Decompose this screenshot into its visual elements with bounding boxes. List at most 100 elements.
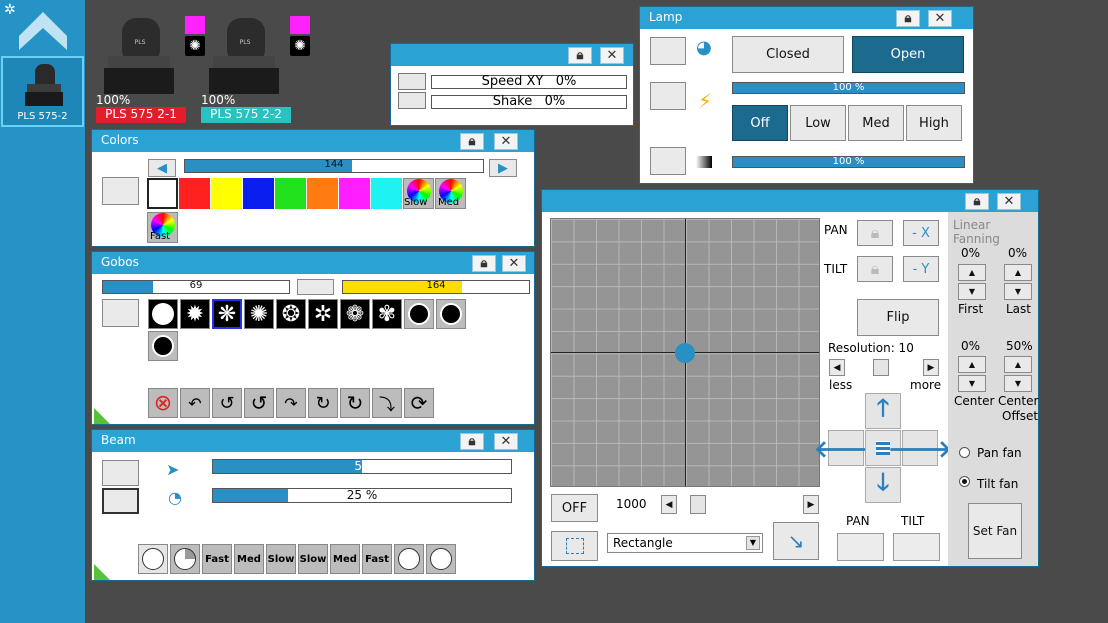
gobo-rotation-2[interactable]: ↺ xyxy=(212,388,242,418)
lamp-reset-button[interactable] xyxy=(650,37,686,65)
swatch-cyan[interactable] xyxy=(371,178,402,209)
high-button[interactable]: High xyxy=(906,105,962,141)
iris-reset-button[interactable] xyxy=(102,488,139,514)
shape-select[interactable]: Rectangle ▼ xyxy=(607,533,763,553)
pulse-slow-2-button[interactable]: Slow xyxy=(298,544,328,574)
add-corner-icon[interactable] xyxy=(94,564,110,580)
close-button[interactable]: ✕ xyxy=(997,193,1021,210)
gobo-5[interactable]: ❂ xyxy=(276,299,306,329)
close-button[interactable]: ✕ xyxy=(928,10,952,27)
fixture-1[interactable]: PLS ✺ 100% PLS 575 2-1 xyxy=(96,14,205,124)
off-button[interactable]: OFF xyxy=(551,494,598,522)
add-corner-icon[interactable] xyxy=(94,408,110,424)
close-button[interactable]: ✕ xyxy=(494,433,518,450)
speed-xy-slider[interactable]: Speed XY 0% xyxy=(431,75,627,89)
rainbow-med-button[interactable]: Med xyxy=(435,178,466,209)
colors-prev-button[interactable]: ◀ xyxy=(148,159,176,177)
low-button[interactable]: Low xyxy=(790,105,846,141)
last-up-button[interactable]: ▲ xyxy=(1004,264,1032,281)
lock-button[interactable]: 🔒︎ xyxy=(568,47,592,64)
first-up-button[interactable]: ▲ xyxy=(958,264,986,281)
invert-x-button[interactable]: - X xyxy=(903,220,939,246)
med-button[interactable]: Med xyxy=(848,105,904,141)
lamp-bar-2[interactable]: 100 % xyxy=(732,156,965,168)
swatch-magenta[interactable] xyxy=(339,178,370,209)
center-up-button[interactable]: ▲ xyxy=(958,356,986,373)
invert-y-button[interactable]: - Y xyxy=(903,256,939,282)
pan-fan-radio[interactable] xyxy=(959,447,970,458)
gobo-rotation-3[interactable]: ↺ xyxy=(244,388,274,418)
pan-lock-button[interactable]: 🔒︎ xyxy=(857,220,893,246)
gobo-4[interactable]: ✺ xyxy=(244,299,274,329)
lamp-bar-1[interactable]: 100 % xyxy=(732,82,965,94)
lock-button[interactable]: 🔒︎ xyxy=(896,10,920,27)
swatch-blue[interactable] xyxy=(243,178,274,209)
gobo-slider-2[interactable]: 164 xyxy=(342,280,530,294)
swatch-green[interactable] xyxy=(275,178,306,209)
gobo-6[interactable]: ✲ xyxy=(308,299,338,329)
gobo-mid-button[interactable] xyxy=(297,279,334,295)
position-handle[interactable] xyxy=(675,343,695,363)
gobo-rotation-8[interactable]: ⟳ xyxy=(404,388,434,418)
gobo-rotate-3[interactable] xyxy=(148,331,178,361)
tilt-fan-radio[interactable] xyxy=(959,476,970,487)
off-button[interactable]: Off xyxy=(732,105,788,141)
resolution-thumb[interactable] xyxy=(873,359,889,376)
open-button[interactable]: Open xyxy=(852,36,964,73)
offset-up-button[interactable]: ▲ xyxy=(1004,356,1032,373)
iris-slider[interactable]: 25 % xyxy=(212,488,512,503)
speed-thumb[interactable] xyxy=(690,495,706,514)
iris-half-button[interactable] xyxy=(170,544,200,574)
shake-reset[interactable] xyxy=(398,92,426,109)
close-button[interactable]: ✕ xyxy=(502,255,526,272)
gobo-8[interactable]: ✾ xyxy=(372,299,402,329)
fixture-2[interactable]: PLS ✺ 100% PLS 575 2-2 xyxy=(201,14,310,124)
resolution-more-button[interactable]: ▶ xyxy=(923,359,939,376)
move-right-button[interactable]: 🡒 xyxy=(888,430,952,466)
rainbow-slow-button[interactable]: Slow xyxy=(403,178,434,209)
close-button[interactable]: ✕ xyxy=(494,133,518,150)
colors-next-button[interactable]: ▶ xyxy=(489,159,517,177)
lock-button[interactable]: 🔒︎ xyxy=(472,255,496,272)
colors-slider[interactable]: 144 xyxy=(184,159,484,173)
last-down-button[interactable]: ▼ xyxy=(1004,283,1032,300)
gobo-rotation-6[interactable]: ↻ xyxy=(340,388,370,418)
resolution-less-button[interactable]: ◀ xyxy=(829,359,845,376)
set-fan-button[interactable]: Set Fan xyxy=(968,503,1022,559)
speed-more-button[interactable]: ▶ xyxy=(803,495,819,514)
closed-button[interactable]: Closed xyxy=(732,36,844,73)
iris-pulse-1[interactable] xyxy=(394,544,424,574)
focus-slider[interactable]: 50 xyxy=(212,459,512,474)
gobo-open[interactable] xyxy=(148,299,178,329)
pan-tilt-grid[interactable] xyxy=(550,218,820,487)
swatch-orange[interactable] xyxy=(307,178,338,209)
gobo-rotate-1[interactable] xyxy=(404,299,434,329)
move-down-button[interactable]: 🡓 xyxy=(865,467,901,503)
speed-xy-reset[interactable] xyxy=(398,73,426,90)
shape-select-button[interactable] xyxy=(551,531,598,561)
dimmer-reset-button[interactable] xyxy=(650,147,686,175)
pulse-med-button[interactable]: Med xyxy=(234,544,264,574)
apply-shape-button[interactable]: ↘ xyxy=(773,522,819,560)
gobo-rotation-5[interactable]: ↻ xyxy=(308,388,338,418)
gobo-rotation-stop[interactable]: ⊗ xyxy=(148,388,178,418)
pulse-med-2-button[interactable]: Med xyxy=(330,544,360,574)
pulse-fast-button[interactable]: Fast xyxy=(202,544,232,574)
rainbow-fast-button[interactable]: Fast xyxy=(147,212,178,243)
pulse-slow-button[interactable]: Slow xyxy=(266,544,296,574)
swatch-white[interactable] xyxy=(147,178,178,209)
collapse-up-icon[interactable] xyxy=(17,10,69,50)
pulse-fast-2-button[interactable]: Fast xyxy=(362,544,392,574)
move-up-button[interactable]: 🡑 xyxy=(865,393,901,429)
swatch-red[interactable] xyxy=(179,178,210,209)
device-tile[interactable]: PLS 575-2 xyxy=(1,56,84,127)
pan-value-field[interactable] xyxy=(837,533,884,561)
gobo-rotation-7[interactable]: ⤵ xyxy=(372,388,402,418)
gobo-3[interactable]: ❋ xyxy=(212,299,242,329)
tilt-lock-button[interactable]: 🔒︎ xyxy=(857,256,893,282)
close-button[interactable]: ✕ xyxy=(600,47,624,64)
gear-icon[interactable]: ✲ xyxy=(4,2,16,18)
focus-reset-button[interactable] xyxy=(102,460,139,486)
lock-button[interactable]: 🔒︎ xyxy=(460,133,484,150)
iris-pulse-2[interactable] xyxy=(426,544,456,574)
